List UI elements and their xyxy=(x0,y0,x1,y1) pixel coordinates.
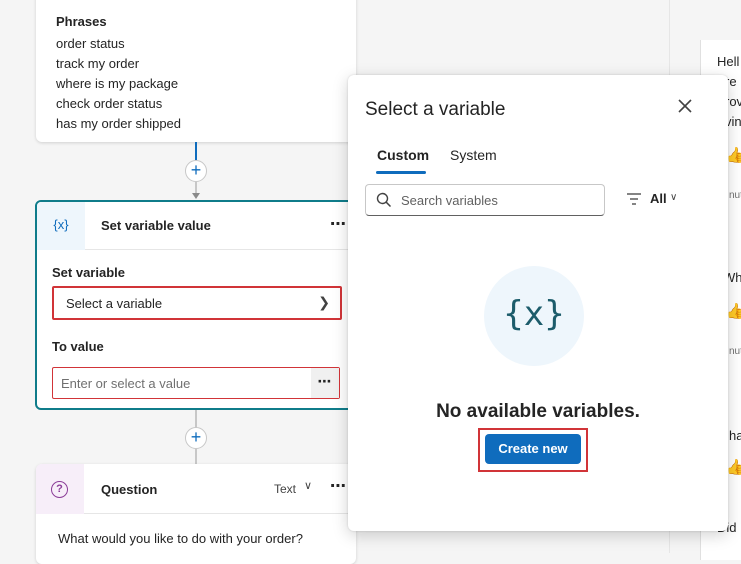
question-text: What would you like to do with your orde… xyxy=(58,531,303,546)
node-title: Set variable value xyxy=(101,218,211,233)
active-tab-indicator xyxy=(376,171,426,174)
chevron-down-icon[interactable]: ∨ xyxy=(304,479,312,492)
node-header: {x} Set variable value ⋯ xyxy=(37,202,358,250)
add-node-button[interactable]: + xyxy=(185,160,207,182)
set-variable-node[interactable]: {x} Set variable value ⋯ Set variable Se… xyxy=(35,200,360,410)
thumbs-up-icon[interactable]: 👍 xyxy=(726,302,741,320)
question-type-dropdown[interactable]: Text xyxy=(274,482,296,496)
node-connector xyxy=(195,142,197,160)
thumbs-up-icon[interactable]: 👍 xyxy=(726,146,741,164)
empty-state-message: No available variables. xyxy=(436,401,640,422)
phrase-list: order status track my order where is my … xyxy=(56,34,181,134)
chat-text-fragment: nut xyxy=(729,346,741,357)
search-input[interactable]: Search variables xyxy=(365,184,605,216)
node-more-options-icon[interactable]: ⋯ xyxy=(330,214,347,234)
tab-system[interactable]: System xyxy=(450,147,497,163)
create-new-button[interactable]: Create new xyxy=(485,434,581,464)
connector-arrow-icon xyxy=(192,193,200,199)
phrase-item: has my order shipped xyxy=(56,116,182,131)
to-value-input[interactable]: Enter or select a value ⋯ xyxy=(52,367,340,399)
select-variable-placeholder: Select a variable xyxy=(66,296,163,311)
search-icon xyxy=(376,192,392,208)
variable-icon: {x} xyxy=(37,202,85,250)
tab-custom[interactable]: Custom xyxy=(377,147,429,163)
node-connector xyxy=(195,410,197,428)
question-icon: ? xyxy=(51,481,68,498)
phrases-heading: Phrases xyxy=(56,14,107,29)
set-variable-label: Set variable xyxy=(52,265,125,280)
chat-text-fragment: Hell xyxy=(717,54,740,69)
trigger-node-card[interactable]: Phrases order status track my order wher… xyxy=(36,0,356,142)
add-node-button[interactable]: + xyxy=(185,427,207,449)
value-placeholder: Enter or select a value xyxy=(61,376,191,391)
thumbs-up-icon[interactable]: 👍 xyxy=(726,458,741,476)
chevron-down-icon[interactable]: ∨ xyxy=(670,192,677,203)
node-title: Question xyxy=(101,482,158,497)
chevron-right-icon: ❯ xyxy=(318,294,330,310)
panel-title: Select a variable xyxy=(365,99,506,120)
filter-icon[interactable] xyxy=(627,193,641,205)
node-connector xyxy=(195,449,197,464)
chat-text-fragment: nut xyxy=(729,190,741,201)
phrase-item: check order status xyxy=(56,96,163,111)
phrase-item: where is my package xyxy=(56,76,179,91)
variable-empty-icon: {x} xyxy=(484,266,584,366)
question-icon-box: ? xyxy=(36,464,84,514)
value-picker-more-button[interactable]: ⋯ xyxy=(311,368,339,398)
to-value-label: To value xyxy=(52,339,104,354)
search-placeholder: Search variables xyxy=(401,193,498,208)
question-node[interactable]: ? Question Text ∨ ⋯ What would you like … xyxy=(36,464,356,564)
chat-text-fragment: han xyxy=(729,428,741,443)
select-variable-field[interactable]: Select a variable ❯ xyxy=(52,286,342,320)
phrase-item: order status xyxy=(56,36,125,51)
phrase-item: track my order xyxy=(56,56,140,71)
close-icon[interactable] xyxy=(676,97,694,115)
node-header: ? Question Text ∨ ⋯ xyxy=(36,464,356,514)
filter-dropdown[interactable]: All xyxy=(650,191,667,206)
node-more-options-icon[interactable]: ⋯ xyxy=(330,476,347,496)
select-variable-panel: Select a variable Custom System Search v… xyxy=(348,75,728,531)
